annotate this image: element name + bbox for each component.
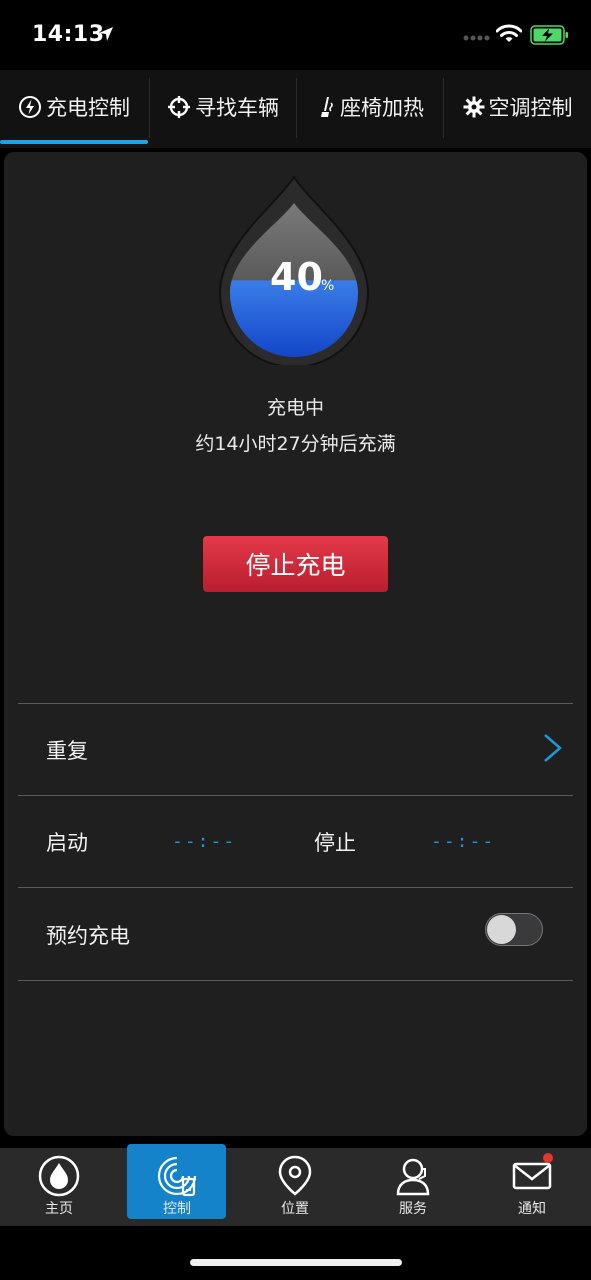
gear-icon [463, 96, 484, 118]
tab-seat-heating[interactable]: 座椅加热 [297, 70, 443, 144]
signal-dots-icon [463, 35, 490, 41]
status-time: 14:13 [32, 22, 105, 47]
tab-ac-control[interactable]: 空调控制 [444, 70, 591, 144]
tab-label: 充电控制 [46, 96, 130, 120]
seat-icon [321, 97, 333, 117]
repeat-row[interactable] [18, 704, 573, 794]
charge-status: 充电中 [266, 397, 324, 419]
battery-charging-icon [530, 25, 568, 45]
stop-time-value[interactable]: --:-- [431, 831, 495, 852]
charge-icon [19, 96, 41, 118]
nav-label: 控制 [163, 1201, 191, 1217]
control-icon [157, 1156, 197, 1197]
location-pin-icon [278, 1155, 312, 1196]
schedule-charging-toggle[interactable] [485, 913, 543, 946]
divider [18, 887, 573, 888]
function-tabs: 充电控制 寻找车辆 座椅加热 空调控制 [0, 70, 591, 148]
service-agent-icon [396, 1158, 430, 1196]
charge-percent-sign: % [321, 278, 335, 294]
nav-control[interactable]: 控制 [118, 1148, 236, 1222]
crosshair-icon [168, 96, 190, 118]
start-time-value[interactable]: --:-- [172, 831, 236, 852]
nav-label: 位置 [281, 1201, 309, 1217]
divider [18, 980, 573, 981]
wifi-icon [496, 24, 522, 42]
toggle-knob [487, 915, 516, 944]
nav-label: 服务 [399, 1201, 427, 1217]
nav-location[interactable]: 位置 [236, 1148, 354, 1222]
home-indicator [190, 1259, 402, 1266]
tab-label: 座椅加热 [340, 96, 424, 120]
active-tab-indicator [0, 140, 148, 144]
notification-badge [543, 1153, 553, 1163]
tab-charge-control[interactable]: 充电控制 [0, 70, 148, 144]
location-arrow-icon [99, 27, 113, 41]
start-label: 启动 [46, 831, 88, 855]
schedule-charging-label: 预约充电 [46, 924, 130, 948]
tab-label: 寻找车辆 [195, 96, 279, 120]
drop-icon [38, 1155, 80, 1197]
nav-label: 主页 [45, 1201, 73, 1217]
stop-charging-button[interactable]: 停止充电 [203, 536, 388, 592]
nav-home[interactable]: 主页 [0, 1148, 118, 1222]
charge-eta: 约14小时27分钟后充满 [195, 433, 396, 455]
nav-label: 通知 [518, 1201, 546, 1217]
divider [18, 795, 573, 796]
nav-service[interactable]: 服务 [354, 1148, 472, 1222]
nav-notifications[interactable]: 通知 [473, 1148, 591, 1222]
tab-label: 空调控制 [488, 96, 573, 120]
tab-find-vehicle[interactable]: 寻找车辆 [150, 70, 296, 144]
status-bar: 14:13 [0, 0, 591, 70]
stop-label: 停止 [314, 831, 356, 855]
